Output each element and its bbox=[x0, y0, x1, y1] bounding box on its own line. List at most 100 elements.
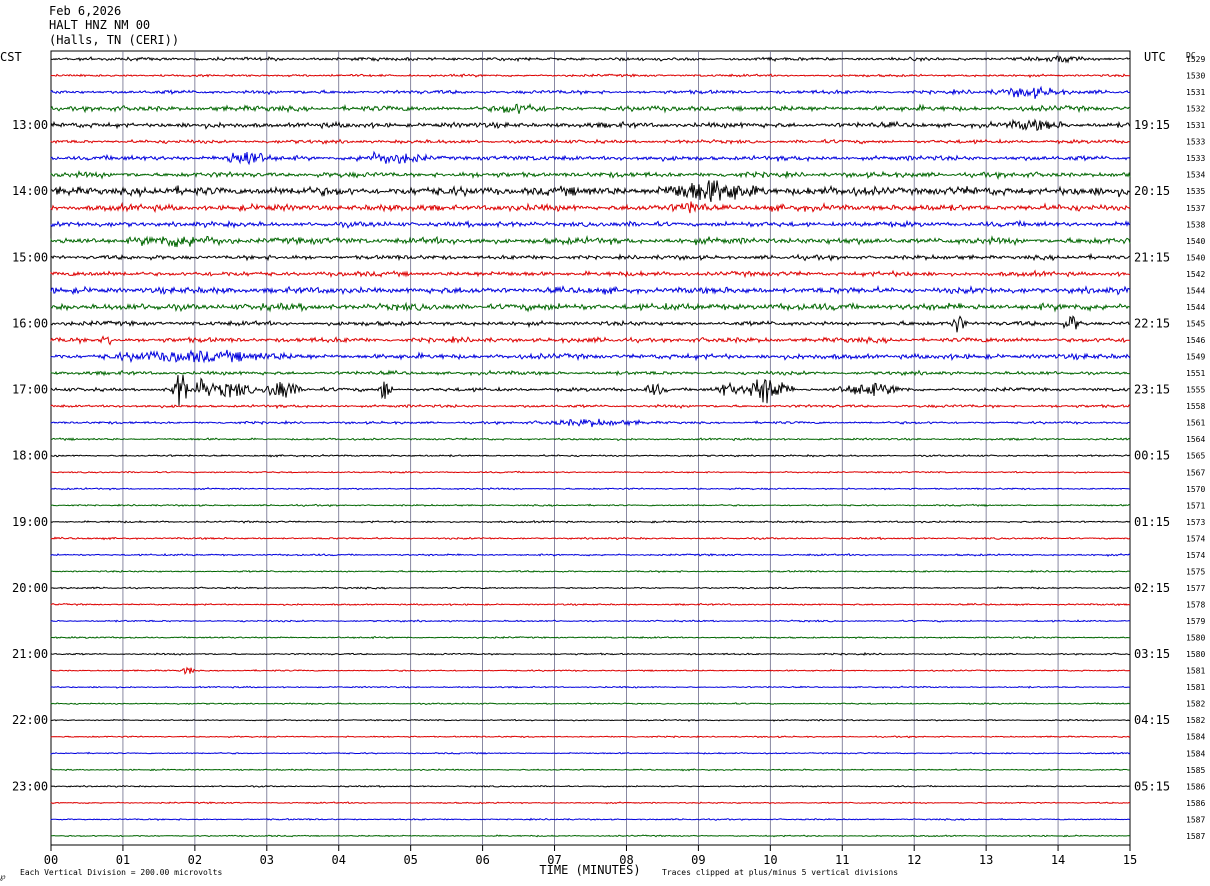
trace-row bbox=[50, 519, 1131, 524]
x-tick-label: 03 bbox=[260, 853, 274, 867]
x-tick-label: 14 bbox=[1051, 853, 1065, 867]
trace-row bbox=[50, 735, 1131, 739]
dc-offset-value: 1537 bbox=[1186, 204, 1205, 213]
dc-offset-value: 1578 bbox=[1186, 600, 1205, 609]
trace-row bbox=[50, 301, 1131, 313]
trace-row bbox=[50, 718, 1131, 722]
trace-row bbox=[51, 586, 1131, 590]
cst-hour-label: 14:00 bbox=[12, 184, 48, 198]
dc-offset-value: 1580 bbox=[1186, 634, 1205, 643]
trace-row bbox=[50, 602, 1131, 607]
dc-offset-value: 1538 bbox=[1186, 220, 1205, 229]
cst-hour-label: 18:00 bbox=[12, 449, 48, 463]
dc-offset-value: 1533 bbox=[1186, 138, 1205, 147]
trace-row bbox=[50, 784, 1131, 788]
dc-offset-value: 1544 bbox=[1186, 303, 1205, 312]
x-tick-label: 15 bbox=[1123, 853, 1137, 867]
dc-offset-value: 1546 bbox=[1186, 336, 1205, 345]
dc-offset-value: 1555 bbox=[1186, 386, 1205, 395]
cst-hour-label: 22:00 bbox=[12, 713, 48, 727]
trace-row bbox=[50, 453, 1131, 458]
trace-row bbox=[50, 486, 1131, 491]
dc-offset-value: 1551 bbox=[1186, 369, 1205, 378]
trace-row bbox=[50, 150, 1131, 166]
x-tick-label: 13 bbox=[979, 853, 993, 867]
trace-row bbox=[50, 403, 1131, 410]
x-tick-label: 00 bbox=[44, 853, 58, 867]
trace-row bbox=[50, 635, 1131, 640]
trace-row bbox=[50, 552, 1131, 557]
dc-offset-value: 1571 bbox=[1186, 501, 1205, 510]
utc-hour-label: 05:15 bbox=[1134, 779, 1170, 793]
utc-hour-label: 19:15 bbox=[1134, 118, 1170, 132]
x-axis-title: TIME (MINUTES) bbox=[539, 863, 640, 877]
trace-row bbox=[50, 269, 1131, 279]
dc-offset-value: 1531 bbox=[1186, 121, 1205, 130]
utc-hour-label: 02:15 bbox=[1134, 581, 1170, 595]
utc-hour-label: 21:15 bbox=[1134, 250, 1170, 264]
x-tick-label: 06 bbox=[475, 853, 489, 867]
trace-row bbox=[50, 702, 1131, 706]
trace-row bbox=[50, 751, 1131, 755]
cst-hour-label: 17:00 bbox=[12, 383, 48, 397]
trace-row bbox=[50, 437, 1131, 442]
x-tick-label: 05 bbox=[403, 853, 417, 867]
dc-offset-value: 1582 bbox=[1186, 700, 1205, 709]
cst-hour-label: 23:00 bbox=[12, 779, 48, 793]
dc-offset-value: 1540 bbox=[1186, 253, 1205, 262]
trace-row bbox=[50, 685, 1131, 689]
trace-row bbox=[50, 801, 1131, 805]
trace-row bbox=[50, 834, 1131, 838]
minute-grid bbox=[50, 50, 1131, 851]
utc-hour-label: 01:15 bbox=[1134, 515, 1170, 529]
trace-row bbox=[50, 369, 1131, 377]
trace-row bbox=[50, 817, 1131, 822]
seismogram-traces bbox=[50, 55, 1131, 838]
trace-row bbox=[50, 252, 1131, 262]
dc-offset-value: 1561 bbox=[1186, 419, 1205, 428]
dc-offset-value: 1534 bbox=[1186, 171, 1205, 180]
cst-hour-label: 19:00 bbox=[12, 515, 48, 529]
cst-hour-label: 21:00 bbox=[12, 647, 48, 661]
trace-row bbox=[50, 55, 1131, 64]
corner-mark-icon: ℘ bbox=[0, 872, 6, 881]
dc-offset-value: 1581 bbox=[1186, 667, 1205, 676]
trace-row bbox=[50, 349, 1131, 364]
utc-hour-label: 20:15 bbox=[1134, 184, 1170, 198]
x-tick-label: 01 bbox=[116, 853, 130, 867]
dc-offset-value: 1533 bbox=[1186, 154, 1205, 163]
dc-offset-value: 1565 bbox=[1186, 452, 1205, 461]
trace-row bbox=[50, 219, 1131, 229]
trace-row bbox=[50, 201, 1131, 214]
dc-offset-value: 1535 bbox=[1186, 187, 1205, 196]
left-axis-label: CST bbox=[0, 50, 22, 64]
dc-offset-value: 1577 bbox=[1186, 584, 1205, 593]
trace-row bbox=[50, 375, 1131, 406]
x-tick-label: 11 bbox=[835, 853, 849, 867]
trace-row bbox=[50, 73, 1131, 79]
dc-offset-value: 1584 bbox=[1186, 749, 1205, 758]
trace-row bbox=[50, 619, 1131, 623]
trace-row bbox=[50, 169, 1131, 181]
clip-note: Traces clipped at plus/minus 5 vertical … bbox=[662, 868, 898, 877]
dc-offset-value: 1545 bbox=[1186, 319, 1205, 328]
dc-offset-value: 1549 bbox=[1186, 353, 1205, 362]
cst-hour-label: 16:00 bbox=[12, 316, 48, 330]
trace-row bbox=[50, 180, 1131, 203]
dc-offset-value: 1544 bbox=[1186, 286, 1205, 295]
trace-row bbox=[50, 470, 1131, 474]
dc-offset-value: 1564 bbox=[1186, 435, 1205, 444]
dc-offset-value: 1581 bbox=[1186, 683, 1205, 692]
cst-hour-label: 15:00 bbox=[12, 250, 48, 264]
trace-row bbox=[50, 418, 1131, 428]
dc-offset-value: 1579 bbox=[1186, 617, 1205, 626]
utc-hour-label: 00:15 bbox=[1134, 449, 1170, 463]
trace-row bbox=[50, 118, 1131, 131]
x-tick-label: 10 bbox=[763, 853, 777, 867]
dc-offset-value: 1532 bbox=[1186, 105, 1205, 114]
utc-hour-label: 04:15 bbox=[1134, 713, 1170, 727]
dc-offset-value: 1570 bbox=[1186, 485, 1205, 494]
x-tick-label: 09 bbox=[691, 853, 705, 867]
trace-row bbox=[50, 666, 1131, 675]
dc-offset-value: 1582 bbox=[1186, 716, 1205, 725]
